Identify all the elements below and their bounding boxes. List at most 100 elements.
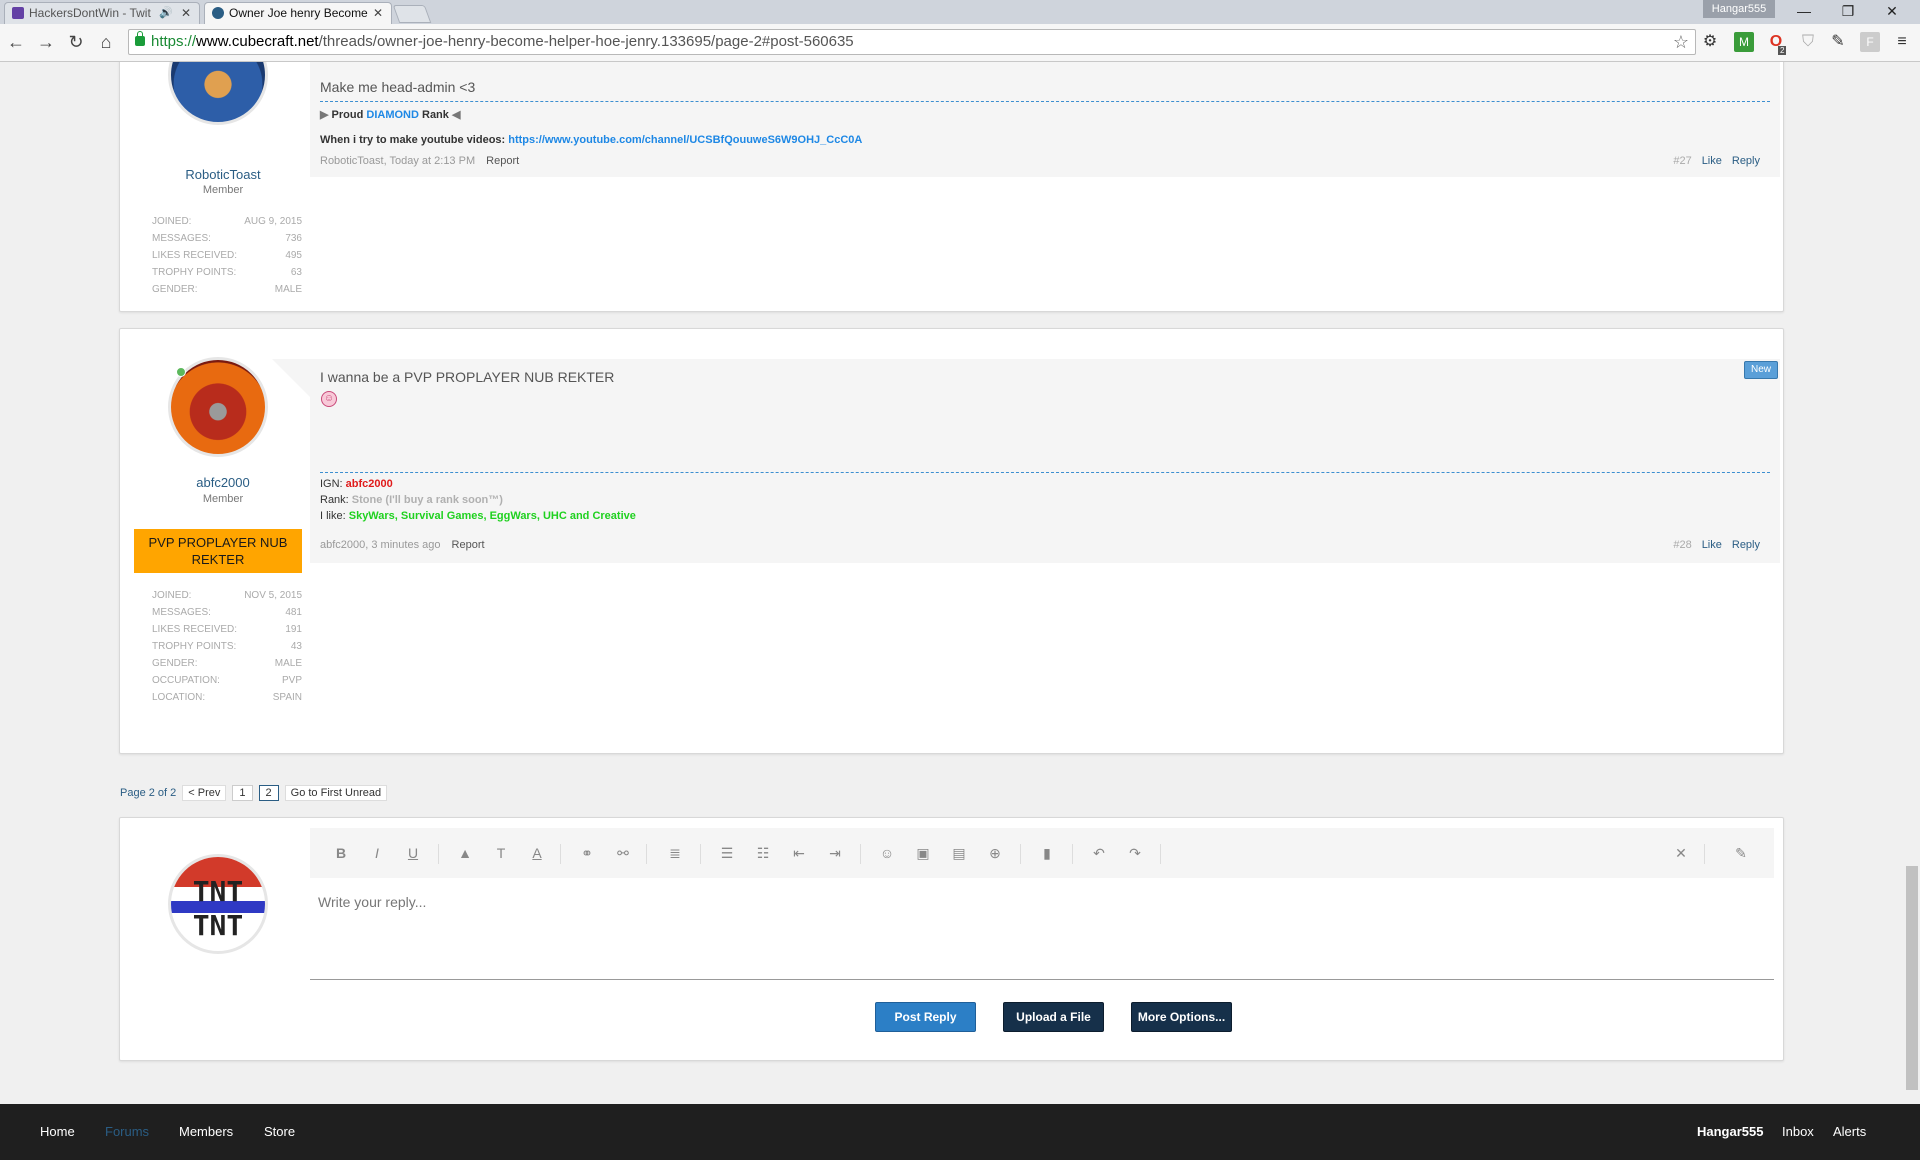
outdent-icon[interactable]: ⇤	[788, 842, 810, 864]
text-color-icon[interactable]: A	[526, 842, 548, 864]
tab-title: Owner Joe henry Become	[229, 6, 368, 20]
signature-divider	[320, 472, 1770, 473]
profile-button[interactable]: Hangar555	[1703, 0, 1775, 18]
indent-icon[interactable]: ⇥	[824, 842, 846, 864]
nav-inbox[interactable]: Inbox	[1782, 1124, 1814, 1139]
url-path: /threads/owner-joe-henry-become-helper-h…	[318, 33, 854, 50]
brush-icon[interactable]: ✎	[1828, 32, 1848, 52]
shield-icon[interactable]: ⛉	[1798, 32, 1818, 52]
home-icon[interactable]: ⌂	[94, 30, 118, 54]
nav-user[interactable]: Hangar555	[1697, 1124, 1763, 1139]
media-icon[interactable]: ▤	[948, 842, 970, 864]
nav-alerts[interactable]: Alerts	[1833, 1124, 1866, 1139]
bullet-list-icon[interactable]: ☰	[716, 842, 738, 864]
like-link[interactable]: Like	[1702, 539, 1722, 551]
edit-mode-icon[interactable]: ✎	[1730, 842, 1752, 864]
post-reply-button[interactable]: Post Reply	[875, 1002, 976, 1032]
reply-input[interactable]: Write your reply...	[318, 894, 426, 910]
redo-icon[interactable]: ↷	[1124, 842, 1146, 864]
signature-line1: ▶ Proud DIAMOND Rank ◀	[320, 109, 461, 121]
browser-tabbar: HackersDontWin - Twit 🔊 ✕ Owner Joe henr…	[0, 0, 1920, 24]
tab-title: HackersDontWin - Twit	[29, 6, 151, 20]
font-size-icon[interactable]: T	[490, 842, 512, 864]
upload-file-button[interactable]: Upload a File	[1003, 1002, 1104, 1032]
smiley-icon[interactable]: ☺	[876, 842, 898, 864]
menu-icon[interactable]: ≡	[1892, 32, 1912, 52]
fill-color-icon[interactable]: ▲	[454, 842, 476, 864]
tnt-icon: TNT	[192, 875, 244, 908]
lock-icon	[135, 31, 145, 46]
close-tab-icon[interactable]: ✕	[373, 3, 383, 23]
avatar[interactable]	[168, 62, 268, 125]
quote-file-icon[interactable]: ▮	[1036, 842, 1058, 864]
more-options-button[interactable]: More Options...	[1131, 1002, 1232, 1032]
post-number[interactable]: #27	[1673, 155, 1691, 167]
twitch-icon	[12, 7, 24, 19]
minimize-icon[interactable]: —	[1782, 0, 1826, 24]
page-1-link[interactable]: 1	[232, 785, 253, 801]
undo-icon[interactable]: ↶	[1088, 842, 1110, 864]
speaker-icon[interactable]: 🔊	[159, 3, 173, 23]
youtube-link[interactable]: https://www.youtube.com/channel/UCSBfQou…	[508, 134, 862, 146]
link-icon[interactable]: ⚭	[576, 842, 598, 864]
remove-format-icon[interactable]: ✕	[1670, 842, 1692, 864]
message-text: Make me head-admin <3	[320, 79, 476, 95]
forward-icon[interactable]: →	[34, 30, 58, 54]
underline-icon[interactable]: U	[402, 842, 424, 864]
align-icon[interactable]: ≣	[664, 842, 686, 864]
nav-forums[interactable]: Forums	[105, 1124, 149, 1139]
online-indicator	[176, 367, 186, 377]
close-tab-icon[interactable]: ✕	[181, 3, 191, 23]
extension-m-icon[interactable]: M	[1734, 32, 1754, 52]
user-stats: Joined: Nov 5, 2015 Messages: 481 Likes Re…	[152, 590, 302, 703]
unlink-icon[interactable]: ⚯	[612, 842, 634, 864]
reply-link[interactable]: Reply	[1732, 155, 1760, 167]
username[interactable]: RoboticToast	[138, 167, 308, 182]
address-bar[interactable]: https://www.cubecraft.net/threads/owner-…	[128, 29, 1696, 55]
bold-icon[interactable]: B	[330, 842, 352, 864]
restore-icon[interactable]: ❐	[1826, 0, 1870, 24]
reload-icon[interactable]: ↻	[64, 30, 88, 54]
signature-ign: IGN: abfc2000	[320, 478, 393, 490]
italic-icon[interactable]: I	[366, 842, 388, 864]
post-meta: abfc2000, 3 minutes ago Report	[320, 539, 485, 551]
reply-link[interactable]: Reply	[1732, 539, 1760, 551]
username[interactable]: abfc2000	[138, 475, 308, 490]
post-actions: #27 Like Reply	[1673, 155, 1760, 167]
like-link[interactable]: Like	[1702, 155, 1722, 167]
browser-toolbar: ← → ↻ ⌂ https://www.cubecraft.net/thread…	[0, 24, 1920, 62]
close-window-icon[interactable]: ✕	[1870, 0, 1914, 24]
post-author-time[interactable]: RoboticToast, Today at 2:13 PM	[320, 155, 475, 167]
nav-store[interactable]: Store	[264, 1124, 295, 1139]
insert-icon[interactable]: ⊕	[984, 842, 1006, 864]
tab-cubecraft[interactable]: Owner Joe henry Become ✕	[204, 2, 392, 24]
new-tab-button[interactable]	[392, 5, 432, 23]
nav-members[interactable]: Members	[179, 1124, 233, 1139]
report-link[interactable]: Report	[452, 539, 485, 551]
post-number[interactable]: #28	[1673, 539, 1691, 551]
triangle-left-icon: ◀	[451, 109, 461, 121]
message-arrow	[272, 359, 310, 397]
first-unread-link[interactable]: Go to First Unread	[284, 785, 388, 801]
emoji-icon: ☺	[321, 391, 337, 407]
user-title: Member	[202, 184, 244, 196]
scrollbar-thumb[interactable]	[1906, 866, 1918, 1090]
bookmark-star-icon[interactable]: ☆	[1673, 30, 1689, 54]
message-body: I wanna be a PVP PROPLAYER NUB REKTER ☺ …	[272, 359, 1780, 563]
post-author-time[interactable]: abfc2000, 3 minutes ago	[320, 539, 440, 551]
extension-f-icon[interactable]: F	[1860, 32, 1880, 52]
report-link[interactable]: Report	[486, 155, 519, 167]
tab-twitch[interactable]: HackersDontWin - Twit 🔊 ✕	[4, 2, 200, 24]
message-body: Make me head-admin <3 ▶ Proud DIAMOND Ra…	[310, 62, 1780, 177]
url-domain: www.cubecraft.net	[196, 33, 319, 50]
settings-gear-icon[interactable]: ⚙	[1700, 32, 1720, 52]
new-badge: New	[1744, 361, 1778, 379]
prev-page-link[interactable]: < Prev	[182, 785, 227, 801]
user-stats: Joined: Aug 9, 2015 Messages: 736 Likes Re…	[152, 216, 302, 295]
page-2-link[interactable]: 2	[258, 785, 279, 801]
nav-home[interactable]: Home	[40, 1124, 75, 1139]
user-banner: PVP PROPLAYER NUB REKTER	[134, 529, 302, 573]
back-icon[interactable]: ←	[4, 30, 28, 54]
numbered-list-icon[interactable]: ☷	[752, 842, 774, 864]
image-icon[interactable]: ▣	[912, 842, 934, 864]
